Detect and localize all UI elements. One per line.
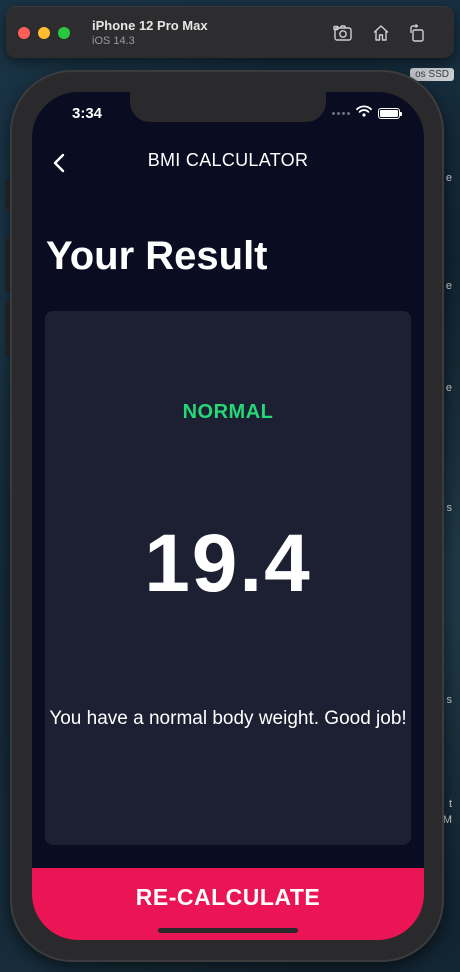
- result-message: You have a normal body weight. Good job!: [49, 708, 407, 729]
- battery-icon: [378, 107, 402, 119]
- desktop-icon-label: e: [445, 280, 452, 292]
- bmi-value: 19.4: [144, 518, 312, 609]
- home-indicator[interactable]: [158, 928, 298, 933]
- desktop-icon-label: e: [445, 382, 452, 394]
- device-name: iPhone 12 Pro Max: [92, 18, 208, 33]
- disk-label[interactable]: os SSD: [410, 68, 454, 81]
- desktop-icon-label: M: [442, 814, 452, 826]
- desktop-icon-label: e: [445, 172, 452, 184]
- signal-dots-icon: [332, 111, 350, 115]
- screenshot-icon[interactable]: [332, 22, 354, 44]
- device-os-version: iOS 14.3: [92, 35, 135, 47]
- simulator-titlebar: iPhone 12 Pro Max iOS 14.3: [6, 6, 454, 58]
- home-icon[interactable]: [370, 22, 392, 44]
- status-icons: [332, 104, 402, 122]
- desktop-icon-label: s: [446, 502, 453, 514]
- result-card: NORMAL 19.4 You have a normal body weigh…: [45, 311, 411, 845]
- phone-screen: 3:34 BMI CALCULATOR Your Result NORMAL 1…: [32, 92, 424, 940]
- result-category: NORMAL: [182, 401, 274, 423]
- desktop-icon-label: t: [448, 798, 452, 810]
- notch: [130, 92, 326, 122]
- status-time: 3:34: [72, 105, 103, 122]
- nav-title: BMI CALCULATOR: [147, 150, 309, 170]
- minimize-window-button[interactable]: [38, 27, 50, 39]
- close-window-button[interactable]: [18, 27, 30, 39]
- fullscreen-window-button[interactable]: [58, 27, 70, 39]
- page-title: Your Result: [46, 234, 268, 278]
- desktop-icon-label: s: [446, 694, 453, 706]
- rotate-icon[interactable]: [406, 22, 428, 44]
- wifi-icon: [356, 104, 372, 122]
